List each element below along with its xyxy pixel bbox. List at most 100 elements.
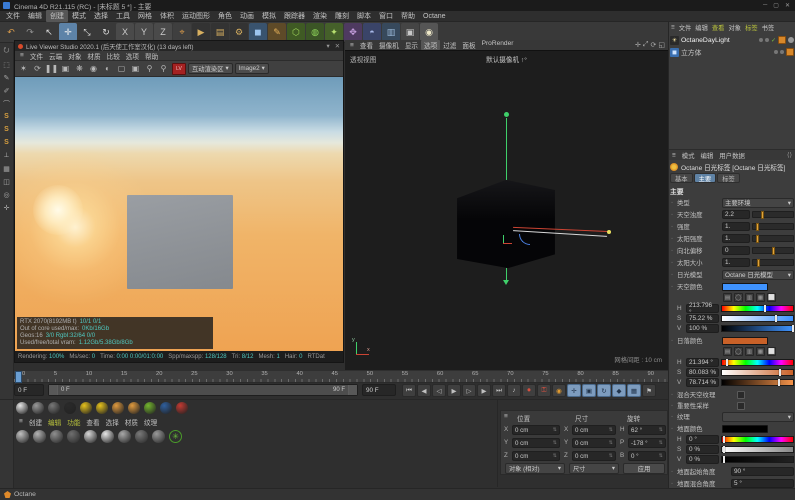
sky-val-field[interactable]: 100 %	[686, 324, 719, 333]
menu-item[interactable]: 脚本	[353, 10, 375, 22]
texture-dropdown[interactable]: ▾	[722, 412, 794, 422]
hamburger-icon[interactable]: ≡	[16, 418, 26, 425]
goto-end-button[interactable]: ⏭	[492, 384, 506, 397]
octane-menu-item[interactable]: 文件	[27, 51, 46, 61]
picker-mode-icon[interactable]: ▥	[745, 293, 754, 302]
ground-sat-bar[interactable]	[721, 446, 794, 453]
octane-render-view[interactable]: RTX 2070(8192MB t)10/1 0/1Out of core us…	[15, 77, 343, 351]
material-thumbnail[interactable]	[118, 430, 131, 443]
octane-menu-item[interactable]: 帮助	[142, 51, 161, 61]
history-arrows-icon[interactable]: ⟨⟩	[784, 151, 795, 159]
sunset-sat-bar[interactable]	[721, 369, 794, 376]
material-thumbnail[interactable]	[16, 430, 29, 443]
octane-collapse-icon[interactable]: ▾	[327, 43, 330, 50]
pan-view-icon[interactable]: ✛	[635, 41, 641, 49]
brush-icon[interactable]: ✐	[0, 84, 14, 97]
preview-range-slider[interactable]: 0 F 90 F	[48, 384, 358, 396]
ground-val-bar[interactable]	[721, 456, 794, 463]
object-manager-menu-item[interactable]: 文件	[677, 23, 694, 32]
attribute-subtab[interactable]: 主要	[694, 173, 717, 183]
key-parameter-button[interactable]: ◆	[612, 384, 626, 397]
lock-resolution-icon[interactable]: ◉	[87, 62, 100, 75]
sunset-val-bar[interactable]	[721, 379, 794, 386]
octane-titlebar[interactable]: Live Viewer Studio 2020.1 (后天使工作室汉化) (13…	[15, 41, 343, 51]
menu-item[interactable]: Octane	[419, 12, 450, 21]
menu-item[interactable]: 模式	[68, 10, 90, 22]
ground-hue-field[interactable]: 0 °	[686, 435, 719, 444]
display-icon[interactable]: ▥	[382, 23, 400, 41]
deformer-icon[interactable]: ✥	[344, 23, 362, 41]
enabled-check-icon[interactable]: ✓	[771, 37, 776, 44]
size-y-field[interactable]: 0 cm⇅	[572, 438, 616, 448]
focus-picker-icon[interactable]: ⚲	[157, 62, 170, 75]
film-region-icon[interactable]: ▣	[129, 62, 142, 75]
picker-mode-icon[interactable]: ▦	[756, 293, 765, 302]
material-thumbnail[interactable]	[50, 430, 63, 443]
object-name[interactable]: 立方体	[681, 47, 701, 57]
layout-sun-1-icon[interactable]	[80, 402, 92, 414]
key-pla-button[interactable]: ▦	[627, 384, 641, 397]
octane-tag-icon[interactable]	[786, 48, 794, 56]
next-key-button[interactable]: ▶	[477, 384, 491, 397]
material-menu-item[interactable]: 材质	[122, 417, 141, 427]
timeline-ruler[interactable]: 051015202530354045505560657075808590	[14, 371, 668, 383]
ground-start-field[interactable]: 90 °	[731, 467, 794, 476]
north-offset-field[interactable]: 0	[722, 246, 750, 255]
render-view-icon[interactable]: ▶	[192, 23, 210, 41]
viewport-menu-item[interactable]: 面板	[459, 40, 478, 50]
viewport-menu-item[interactable]: 选项	[421, 40, 440, 50]
ground-blend-field[interactable]: 5 °	[731, 479, 794, 488]
pause-icon[interactable]: ❚❚	[45, 62, 58, 75]
rotate-view-icon[interactable]: ⟳	[651, 41, 657, 49]
picker-mode-icon[interactable]: ⬜	[767, 293, 776, 302]
picker-mode-icon[interactable]: ◯	[734, 347, 743, 356]
key-position-button[interactable]: ✛	[567, 384, 581, 397]
undo-icon[interactable]: ↶	[2, 23, 20, 41]
snap-s3-icon[interactable]: S	[0, 136, 14, 149]
key-scale-button[interactable]: ▣	[582, 384, 596, 397]
viewport-menu-item[interactable]: 显示	[402, 40, 421, 50]
power-slider[interactable]	[752, 223, 794, 230]
material-thumbnail[interactable]	[135, 430, 148, 443]
attribute-tab[interactable]: 模式	[679, 151, 698, 160]
hamburger-icon[interactable]: ≡	[17, 52, 27, 59]
attribute-subtab[interactable]: 标签	[717, 173, 740, 183]
attribute-tab[interactable]: 编辑	[698, 151, 717, 160]
end-frame-field[interactable]: 90 F	[362, 384, 396, 396]
material-thumbnail[interactable]	[67, 430, 80, 443]
menu-item[interactable]: 体积	[156, 10, 178, 22]
daylight-model-dropdown[interactable]: Octane 日光模型▾	[722, 270, 794, 280]
octane-menu-item[interactable]: 材质	[84, 51, 103, 61]
layout-dark-sphere-icon[interactable]	[64, 402, 76, 414]
octane-close-icon[interactable]: ✕	[335, 43, 340, 50]
mirror-icon[interactable]: ◫	[0, 175, 14, 188]
material-thumbnail[interactable]	[152, 430, 165, 443]
clay-mode-icon[interactable]: ◐	[101, 62, 114, 75]
layout-standard-icon[interactable]	[16, 402, 28, 414]
sky-val-bar[interactable]	[721, 325, 794, 332]
material-menu-item[interactable]: 选择	[103, 417, 122, 427]
redo-icon[interactable]: ↷	[21, 23, 39, 41]
toggle-layout-icon[interactable]: ◱	[658, 41, 665, 49]
picker-mode-icon[interactable]: ▤	[723, 293, 732, 302]
sky-hue-field[interactable]: 213.796 °	[686, 304, 719, 313]
menu-item[interactable]: 网格	[134, 10, 156, 22]
visibility-dot-top[interactable]	[759, 38, 763, 42]
pen-icon[interactable]: ✎	[0, 71, 14, 84]
environment-icon[interactable]: ◓	[363, 23, 381, 41]
selection-box-icon[interactable]: ⬚	[0, 58, 14, 71]
render-settings-icon[interactable]: ⚙	[230, 23, 248, 41]
region-render-icon[interactable]: ▢	[115, 62, 128, 75]
range-right-handle[interactable]	[349, 385, 357, 395]
octane-menu-item[interactable]: 选项	[123, 51, 142, 61]
keyframe-ring-button[interactable]: ◉	[552, 384, 566, 397]
object-manager-menu-item[interactable]: 对象	[726, 23, 743, 32]
coord-mode-dropdown[interactable]: 对象 (相对)▾	[505, 463, 565, 474]
layout-cloud-1-icon[interactable]	[112, 402, 124, 414]
hamburger-icon[interactable]: ≡	[669, 24, 677, 31]
sky-hue-bar[interactable]	[721, 305, 794, 312]
attribute-tab[interactable]: 用户数据	[716, 151, 748, 160]
camera-label[interactable]: 默认摄像机 ↑°	[345, 54, 668, 64]
ground-sat-field[interactable]: 0 %	[686, 445, 719, 454]
mix-sky-texture-checkbox[interactable]	[737, 391, 745, 399]
